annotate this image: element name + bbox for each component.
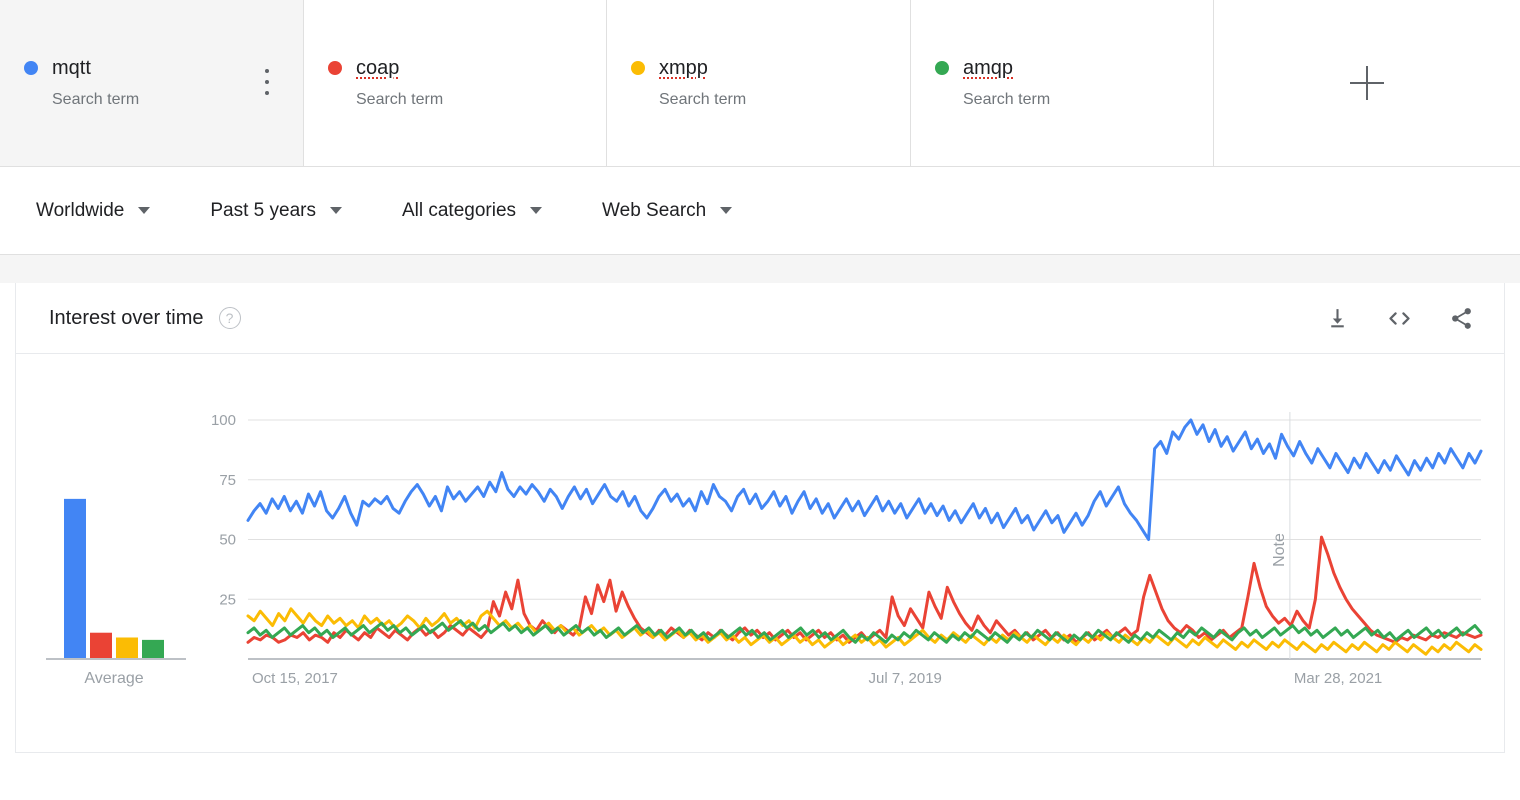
add-search-term-button[interactable] (1214, 0, 1520, 166)
interest-over-time-chart[interactable]: Average 25 50 75 100 Oct 15, 2017 Jul 7, 2019 M… (16, 354, 1504, 752)
search-term-label-1: mqtt (52, 56, 91, 80)
chevron-down-icon-location (138, 207, 150, 214)
filter-location[interactable]: Worldwide (36, 200, 150, 222)
interest-over-time-card: Interest over time ? Average 25 50 75 100 Oct… (15, 283, 1505, 753)
chart-body: Average 25 50 75 100 Oct 15, 2017 Jul 7, 2019 M… (16, 354, 1504, 752)
page-title: Interest over time (49, 307, 204, 330)
series-color-dot-icon-2 (328, 61, 342, 75)
search-term-card-1[interactable]: mqtt Search term (0, 0, 304, 166)
average-label: Average (84, 670, 143, 687)
help-circle-icon[interactable]: ? (219, 307, 241, 329)
x-tick-1: Jul 7, 2019 (869, 670, 942, 687)
search-term-card-2[interactable]: coap Search term (304, 0, 607, 166)
page-background-band (0, 255, 1520, 283)
y-tick-100: 100 (211, 412, 236, 429)
search-term-head-2: coap (328, 56, 606, 80)
search-term-label-4: amqp (963, 56, 1013, 80)
series-color-dot-icon-3 (631, 61, 645, 75)
search-term-label-2: coap (356, 56, 399, 80)
chart-actions (1325, 305, 1474, 332)
search-term-head-3: xmpp (631, 56, 910, 80)
note-annotation-label: Note (1271, 533, 1288, 567)
kebab-menu-icon-1[interactable] (259, 66, 275, 98)
average-bar-xmpp (116, 637, 138, 659)
average-bar-mqtt (64, 499, 86, 659)
search-term-card-4[interactable]: amqp Search term (911, 0, 1214, 166)
filter-category-label: All categories (402, 200, 516, 222)
search-term-label-3: xmpp (659, 56, 708, 80)
search-term-sublabel-3: Search term (659, 91, 910, 109)
filter-location-label: Worldwide (36, 200, 124, 222)
share-icon[interactable] (1449, 306, 1474, 331)
chevron-down-icon-category (530, 207, 542, 214)
chevron-down-icon-time (330, 207, 342, 214)
x-tick-0: Oct 15, 2017 (252, 670, 338, 687)
average-bar-coap (90, 633, 112, 659)
plus-icon[interactable] (1350, 66, 1384, 100)
chart-header: Interest over time ? (16, 283, 1504, 354)
average-bar-amqp (142, 640, 164, 659)
filter-category[interactable]: All categories (402, 200, 542, 222)
search-term-sublabel-4: Search term (963, 91, 1213, 109)
filter-search-type-label: Web Search (602, 200, 706, 222)
x-tick-2: Mar 28, 2021 (1294, 670, 1382, 687)
y-tick-75: 75 (219, 472, 236, 489)
y-tick-50: 50 (219, 532, 236, 549)
series-color-dot-icon-1 (24, 61, 38, 75)
search-term-card-3[interactable]: xmpp Search term (607, 0, 911, 166)
embed-code-icon[interactable] (1386, 305, 1413, 332)
search-terms-row: mqtt Search term coap Search term xmpp S… (0, 0, 1520, 167)
filter-time-range-label: Past 5 years (210, 200, 316, 222)
filter-time-range[interactable]: Past 5 years (210, 200, 342, 222)
y-tick-25: 25 (219, 591, 236, 608)
filter-search-type[interactable]: Web Search (602, 200, 732, 222)
search-term-head-4: amqp (935, 56, 1213, 80)
search-term-sublabel-2: Search term (356, 91, 606, 109)
series-color-dot-icon-4 (935, 61, 949, 75)
chevron-down-icon-search-type (720, 207, 732, 214)
filter-bar: Worldwide Past 5 years All categories We… (0, 167, 1520, 255)
download-icon[interactable] (1325, 306, 1350, 331)
